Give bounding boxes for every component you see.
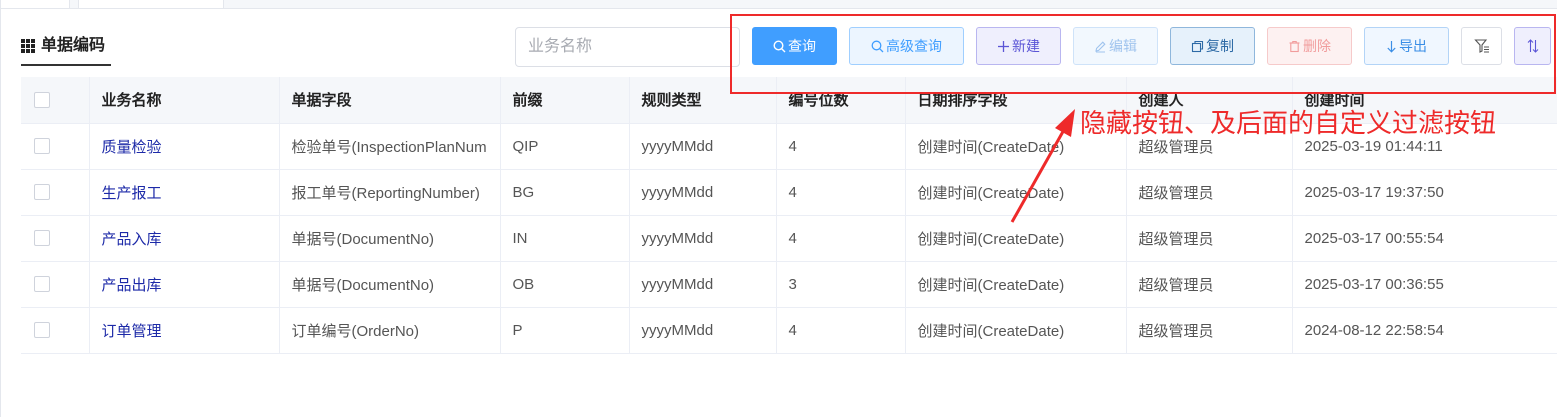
pencil-icon bbox=[1095, 40, 1106, 52]
table-cell: OB bbox=[500, 261, 630, 308]
column-header[interactable]: 前缀 bbox=[500, 77, 630, 124]
table-cell: BG bbox=[500, 169, 630, 216]
tab-current[interactable] bbox=[78, 0, 224, 9]
query-button[interactable]: 查询 bbox=[752, 27, 837, 65]
export-button[interactable]: 导出 bbox=[1364, 27, 1449, 65]
table-cell: IN bbox=[500, 215, 630, 262]
column-header[interactable]: 单据字段 bbox=[279, 77, 501, 124]
export-label: 导出 bbox=[1399, 38, 1427, 54]
tab-strip bbox=[0, 0, 1557, 9]
table-cell: 单据号(DocumentNo) bbox=[279, 215, 501, 262]
table-cell: 超级管理员 bbox=[1126, 169, 1293, 216]
column-header[interactable]: 规则类型 bbox=[629, 77, 777, 124]
row-select-cell bbox=[21, 215, 90, 262]
table-cell: 创建时间(CreateDate) bbox=[905, 261, 1127, 308]
business-name-link[interactable]: 产品入库 bbox=[89, 215, 280, 262]
trash-icon bbox=[1289, 40, 1300, 52]
search-icon bbox=[773, 39, 786, 52]
row-checkbox[interactable] bbox=[34, 322, 50, 338]
business-name-link[interactable]: 质量检验 bbox=[89, 123, 280, 170]
filter-icon bbox=[1473, 39, 1489, 53]
table-row[interactable]: 产品入库 单据号(DocumentNo) IN yyyyMMdd 4 创建时间(… bbox=[21, 215, 1557, 262]
page-title: 单据编码 bbox=[21, 36, 112, 66]
row-select-cell bbox=[21, 169, 90, 216]
copy-icon bbox=[1191, 40, 1204, 52]
copy-label: 复制 bbox=[1206, 38, 1234, 54]
tab-home[interactable] bbox=[0, 0, 70, 9]
table-cell: 创建时间(CreateDate) bbox=[905, 307, 1127, 354]
advanced-query-button[interactable]: 高级查询 bbox=[849, 27, 964, 65]
table-row[interactable]: 生产报工 报工单号(ReportingNumber) BG yyyyMMdd 4… bbox=[21, 169, 1557, 216]
table-cell: 创建时间(CreateDate) bbox=[905, 215, 1127, 262]
select-all-checkbox[interactable] bbox=[34, 91, 50, 108]
table-row[interactable]: 产品出库 单据号(DocumentNo) OB yyyyMMdd 3 创建时间(… bbox=[21, 261, 1557, 308]
new-button[interactable]: 新建 bbox=[976, 27, 1061, 65]
table-cell: yyyyMMdd bbox=[629, 261, 777, 308]
table-cell: yyyyMMdd bbox=[629, 123, 777, 170]
edit-label: 编辑 bbox=[1109, 38, 1137, 54]
new-label: 新建 bbox=[1012, 38, 1040, 54]
table-cell: yyyyMMdd bbox=[629, 307, 777, 354]
sort-toggle-button[interactable] bbox=[1514, 27, 1551, 65]
table-cell: yyyyMMdd bbox=[629, 169, 777, 216]
table-cell: 4 bbox=[776, 169, 906, 216]
column-header[interactable]: 业务名称 bbox=[89, 77, 280, 124]
row-checkbox[interactable] bbox=[34, 138, 50, 154]
row-checkbox[interactable] bbox=[34, 276, 50, 292]
table-cell: 2024-08-12 22:58:54 bbox=[1292, 307, 1557, 354]
table-cell: P bbox=[500, 307, 630, 354]
table-cell: 报工单号(ReportingNumber) bbox=[279, 169, 501, 216]
table-cell: 3 bbox=[776, 261, 906, 308]
sort-icon bbox=[1527, 39, 1538, 53]
search-icon bbox=[871, 40, 884, 52]
grid-icon bbox=[21, 39, 35, 53]
row-checkbox[interactable] bbox=[34, 184, 50, 200]
business-name-link[interactable]: 订单管理 bbox=[89, 307, 280, 354]
copy-button[interactable]: 复制 bbox=[1170, 27, 1255, 65]
delete-button[interactable]: 删除 bbox=[1267, 27, 1352, 65]
custom-filter-button[interactable] bbox=[1461, 27, 1502, 65]
table-cell: 创建时间(CreateDate) bbox=[905, 169, 1127, 216]
row-select-cell bbox=[21, 261, 90, 308]
table-cell: 单据号(DocumentNo) bbox=[279, 261, 501, 308]
row-select-cell bbox=[21, 123, 90, 170]
column-header[interactable]: 编号位数 bbox=[776, 77, 906, 124]
select-all-cell bbox=[21, 77, 90, 124]
annotation-text: 隐藏按钮、及后面的自定义过滤按钮 bbox=[1080, 108, 1497, 138]
plus-icon bbox=[998, 40, 1009, 52]
table-row[interactable]: 订单管理 订单编号(OrderNo) P yyyyMMdd 4 创建时间(Cre… bbox=[21, 307, 1557, 354]
page-title-label: 单据编码 bbox=[41, 37, 106, 54]
table-cell: 超级管理员 bbox=[1126, 215, 1293, 262]
table-cell: 2025-03-17 00:36:55 bbox=[1292, 261, 1557, 308]
edit-button[interactable]: 编辑 bbox=[1073, 27, 1158, 65]
table-cell: 4 bbox=[776, 215, 906, 262]
arrow-down-icon bbox=[1387, 40, 1396, 53]
table-cell: 检验单号(InspectionPlanNum bbox=[279, 123, 501, 170]
business-name-link[interactable]: 产品出库 bbox=[89, 261, 280, 308]
table-cell: QIP bbox=[500, 123, 630, 170]
delete-label: 删除 bbox=[1303, 38, 1331, 54]
table-cell: 订单编号(OrderNo) bbox=[279, 307, 501, 354]
row-checkbox[interactable] bbox=[34, 230, 50, 246]
advanced-query-label: 高级查询 bbox=[886, 38, 942, 54]
table-cell: 2025-03-17 19:37:50 bbox=[1292, 169, 1557, 216]
table-cell: 超级管理员 bbox=[1126, 261, 1293, 308]
business-name-link[interactable]: 生产报工 bbox=[89, 169, 280, 216]
table-cell: 4 bbox=[776, 307, 906, 354]
left-border bbox=[0, 9, 1, 417]
table-cell: 2025-03-17 00:55:54 bbox=[1292, 215, 1557, 262]
table-cell: yyyyMMdd bbox=[629, 215, 777, 262]
search-input[interactable] bbox=[515, 27, 740, 67]
table-cell: 4 bbox=[776, 123, 906, 170]
query-label: 查询 bbox=[788, 38, 816, 54]
table-cell: 超级管理员 bbox=[1126, 307, 1293, 354]
row-select-cell bbox=[21, 307, 90, 354]
